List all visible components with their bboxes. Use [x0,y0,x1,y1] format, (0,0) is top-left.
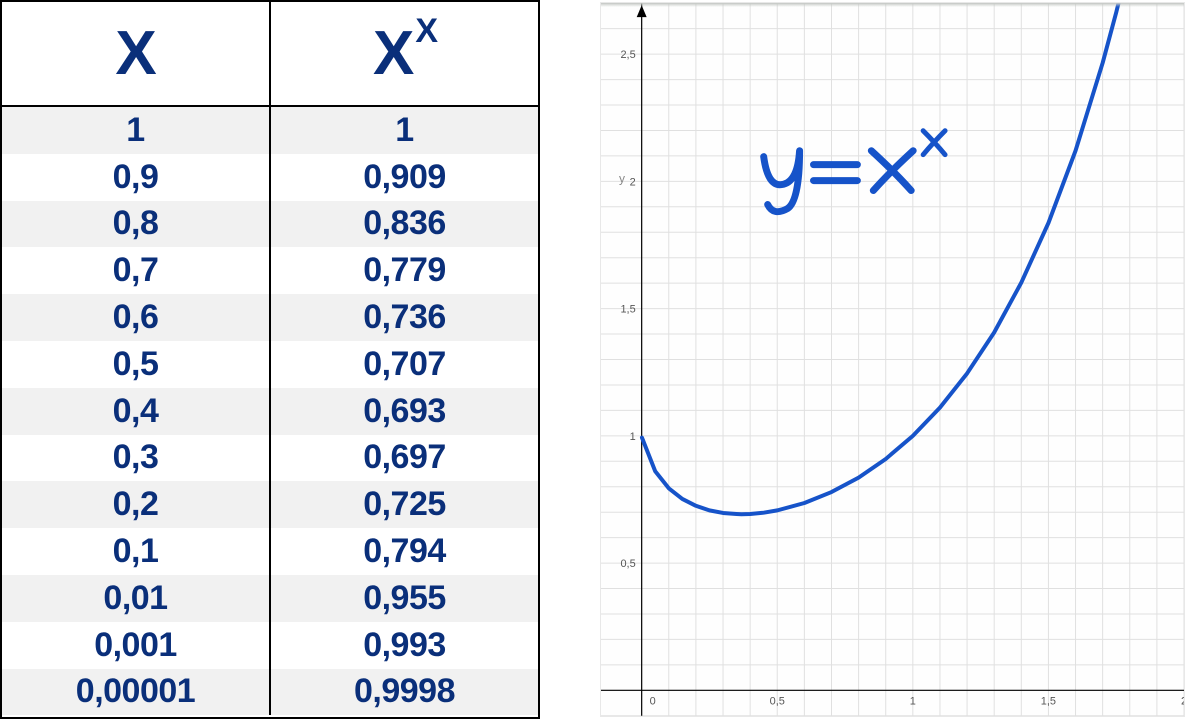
table-row: 0,010,955 [2,575,538,622]
data-table: X XX 110,90,9090,80,8360,70,7790,60,7360… [0,0,540,719]
cell-x: 0,7 [2,247,271,294]
cell-y: 0,693 [271,388,538,435]
x-tick-label: 0,5 [770,695,785,707]
table-row: 0,0010,993 [2,622,538,669]
cell-y: 0,9998 [271,669,538,716]
cell-y: 0,993 [271,622,538,669]
table-row: 0,20,725 [2,481,538,528]
cell-y: 0,736 [271,294,538,341]
y-tick-label: 0,5 [620,558,635,570]
cell-x: 1 [2,107,271,154]
graph-svg: 0 0,5 1 1,5 2 0,5 1 1,5 2 2,5 y [601,3,1184,716]
y-axis-label: y [619,172,625,186]
x-tick-label: 1 [910,695,916,707]
graph-panel: 0 0,5 1 1,5 2 0,5 1 1,5 2 2,5 y [600,2,1185,717]
cell-x: 0,01 [2,575,271,622]
table-row: 11 [2,107,538,154]
table-row: 0,000010,9998 [2,669,538,716]
cell-y: 0,779 [271,247,538,294]
equation-annotation [764,131,945,212]
table-row: 0,40,693 [2,388,538,435]
table-row: 0,70,779 [2,247,538,294]
cell-x: 0,2 [2,481,271,528]
x-tick-label: 2 [1181,695,1184,707]
table-row: 0,60,736 [2,294,538,341]
table-row: 0,10,794 [2,528,538,575]
table-row: 0,30,697 [2,435,538,482]
cell-y: 0,794 [271,528,538,575]
grid [601,3,1184,716]
x-tick-label: 1,5 [1041,695,1056,707]
x-tick-label: 0 [650,695,656,707]
y-tick-label: 2,5 [620,49,635,61]
cell-y: 1 [271,107,538,154]
cell-y: 0,836 [271,201,538,248]
table-row: 0,90,909 [2,154,538,201]
col-header-xx: XX [271,2,538,105]
cell-y: 0,909 [271,154,538,201]
y-tick-label: 2 [630,176,636,188]
cell-x: 0,4 [2,388,271,435]
y-tick-label: 1 [630,431,636,443]
cell-x: 0,001 [2,622,271,669]
cell-x: 0,6 [2,294,271,341]
col-header-x: X [2,2,271,105]
cell-x: 0,00001 [2,669,271,716]
cell-y: 0,955 [271,575,538,622]
cell-y: 0,725 [271,481,538,528]
tick-labels: 0 0,5 1 1,5 2 0,5 1 1,5 2 2,5 [620,49,1184,707]
cell-y: 0,707 [271,341,538,388]
cell-x: 0,5 [2,341,271,388]
table-header: X XX [2,2,538,107]
cell-x: 0,9 [2,154,271,201]
y-tick-label: 1,5 [620,304,635,316]
cell-x: 0,8 [2,201,271,248]
table-row: 0,50,707 [2,341,538,388]
cell-x: 0,3 [2,435,271,482]
cell-y: 0,697 [271,435,538,482]
table-row: 0,80,836 [2,201,538,248]
table-body: 110,90,9090,80,8360,70,7790,60,7360,50,7… [2,107,538,715]
cell-x: 0,1 [2,528,271,575]
